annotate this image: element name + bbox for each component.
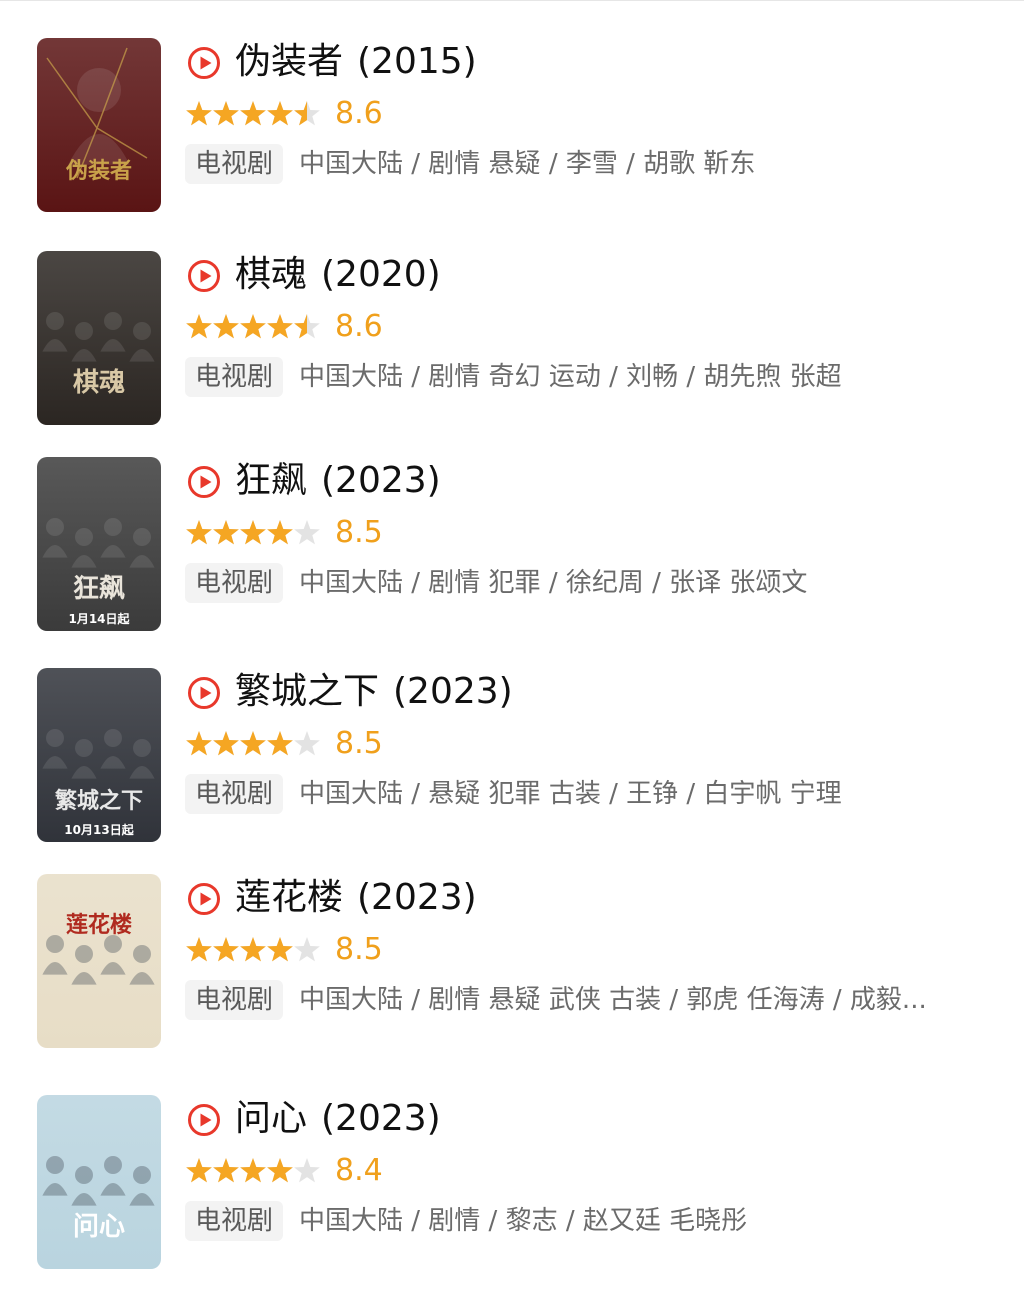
svg-text:棋魂: 棋魂 xyxy=(73,368,125,398)
star-icon xyxy=(267,101,293,126)
svg-text:莲花楼: 莲花楼 xyxy=(66,912,132,938)
star-icon xyxy=(213,937,239,962)
svg-text:10月13日起: 10月13日起 xyxy=(64,822,134,837)
star-icon xyxy=(213,1158,239,1183)
title-text: 棋魂 xyxy=(235,254,308,295)
star-icon xyxy=(186,1158,212,1183)
star-icon xyxy=(240,314,266,339)
star-icon-empty xyxy=(294,731,320,756)
star-icon xyxy=(213,314,239,339)
show-title[interactable]: 棋魂 (2020) xyxy=(235,251,441,299)
play-circle-icon[interactable] xyxy=(187,1103,221,1137)
show-title[interactable]: 莲花楼 (2023) xyxy=(235,874,477,922)
star-icon xyxy=(213,101,239,126)
svg-text:问心: 问心 xyxy=(73,1212,125,1242)
star-rating xyxy=(186,731,320,756)
show-title[interactable]: 繁城之下 (2023) xyxy=(235,668,513,716)
list-item[interactable]: 莲花楼 莲花楼 (2023) 8.5 电视剧 中国大陆 / 剧情 悬疑 武侠 古装… xyxy=(37,874,987,1048)
star-icon xyxy=(240,731,266,756)
svg-text:伪装者: 伪装者 xyxy=(65,158,132,184)
poster-image[interactable]: 繁城之下 10月13日起 xyxy=(37,668,161,842)
star-icon xyxy=(267,1158,293,1183)
show-title[interactable]: 伪装者 (2015) xyxy=(235,38,477,86)
star-icon-empty xyxy=(294,520,320,545)
star-icon xyxy=(213,520,239,545)
meta-info: 中国大陆 / 剧情 奇幻 运动 / 刘畅 / 胡先煦 张超 xyxy=(299,362,842,392)
rating-score: 8.5 xyxy=(335,515,383,550)
rating-score: 8.5 xyxy=(335,932,383,967)
title-year: (2020) xyxy=(321,254,441,295)
rating-score: 8.5 xyxy=(335,726,383,761)
star-icon-empty xyxy=(294,937,320,962)
category-tag: 电视剧 xyxy=(185,980,283,1020)
title-year: (2023) xyxy=(357,877,477,918)
top-divider xyxy=(0,0,1024,1)
list-item[interactable]: 棋魂 棋魂 (2020) 8.6 电视剧 中国大陆 / 剧情 奇幻 运动 / 刘畅… xyxy=(37,251,987,425)
star-icon xyxy=(186,937,212,962)
star-rating xyxy=(186,1158,320,1183)
poster-image[interactable]: 莲花楼 xyxy=(37,874,161,1048)
star-icon xyxy=(267,937,293,962)
star-icon-empty xyxy=(294,1158,320,1183)
poster-image[interactable]: 棋魂 xyxy=(37,251,161,425)
star-rating xyxy=(186,520,320,545)
list-item[interactable]: 狂飙 1月14日起 狂飙 (2023) 8.5 电视剧 中国大陆 / 剧情 犯罪 /… xyxy=(37,457,987,631)
poster-image[interactable]: 问心 xyxy=(37,1095,161,1269)
title-text: 莲花楼 xyxy=(235,877,344,918)
list-item[interactable]: 繁城之下 10月13日起 繁城之下 (2023) 8.5 电视剧 中国大陆 / 悬疑… xyxy=(37,668,987,842)
poster-image[interactable]: 狂飙 1月14日起 xyxy=(37,457,161,631)
star-icon xyxy=(240,101,266,126)
meta-info: 中国大陆 / 悬疑 犯罪 古装 / 王铮 / 白宇帆 宁理 xyxy=(299,779,842,809)
list-item[interactable]: 伪装者 伪装者 (2015) 8.6 电视剧 中国大陆 / 剧情 悬疑 / 李雪 … xyxy=(37,38,987,212)
list-item[interactable]: 问心 问心 (2023) 8.4 电视剧 中国大陆 / 剧情 / 黎志 / 赵又廷… xyxy=(37,1095,987,1269)
play-circle-icon[interactable] xyxy=(187,465,221,499)
star-icon xyxy=(240,1158,266,1183)
star-icon xyxy=(240,937,266,962)
star-icon xyxy=(267,314,293,339)
show-title[interactable]: 狂飙 (2023) xyxy=(235,457,441,505)
title-text: 伪装者 xyxy=(235,41,344,82)
star-rating xyxy=(186,101,320,126)
title-year: (2023) xyxy=(393,671,513,712)
category-tag: 电视剧 xyxy=(185,357,283,397)
svg-text:1月14日起: 1月14日起 xyxy=(68,611,130,626)
star-icon xyxy=(267,731,293,756)
star-rating xyxy=(186,314,320,339)
category-tag: 电视剧 xyxy=(185,1201,283,1241)
show-title[interactable]: 问心 (2023) xyxy=(235,1095,441,1143)
poster-image[interactable]: 伪装者 xyxy=(37,38,161,212)
title-year: (2023) xyxy=(321,1098,441,1139)
category-tag: 电视剧 xyxy=(185,144,283,184)
svg-text:狂飙: 狂飙 xyxy=(73,574,125,604)
star-icon xyxy=(240,520,266,545)
rating-score: 8.6 xyxy=(335,96,383,131)
rating-score: 8.6 xyxy=(335,309,383,344)
meta-info: 中国大陆 / 剧情 犯罪 / 徐纪周 / 张译 张颂文 xyxy=(299,568,808,598)
star-icon xyxy=(186,101,212,126)
star-icon xyxy=(213,731,239,756)
star-icon xyxy=(186,314,212,339)
play-circle-icon[interactable] xyxy=(187,259,221,293)
title-year: (2015) xyxy=(357,41,477,82)
svg-text:繁城之下: 繁城之下 xyxy=(55,788,143,814)
category-tag: 电视剧 xyxy=(185,563,283,603)
play-circle-icon[interactable] xyxy=(187,46,221,80)
play-circle-icon[interactable] xyxy=(187,882,221,916)
star-rating xyxy=(186,937,320,962)
rating-score: 8.4 xyxy=(335,1153,383,1188)
play-circle-icon[interactable] xyxy=(187,676,221,710)
star-icon xyxy=(267,520,293,545)
star-icon xyxy=(186,731,212,756)
meta-info: 中国大陆 / 剧情 / 黎志 / 赵又廷 毛晓彤 xyxy=(299,1206,748,1236)
category-tag: 电视剧 xyxy=(185,774,283,814)
meta-info: 中国大陆 / 剧情 悬疑 / 李雪 / 胡歌 靳东 xyxy=(299,149,756,179)
title-year: (2023) xyxy=(321,460,441,501)
title-text: 繁城之下 xyxy=(235,671,380,712)
meta-info: 中国大陆 / 剧情 悬疑 武侠 古装 / 郭虎 任海涛 / 成毅... xyxy=(299,985,927,1015)
star-icon xyxy=(186,520,212,545)
title-text: 狂飙 xyxy=(235,460,308,501)
title-text: 问心 xyxy=(235,1098,308,1139)
